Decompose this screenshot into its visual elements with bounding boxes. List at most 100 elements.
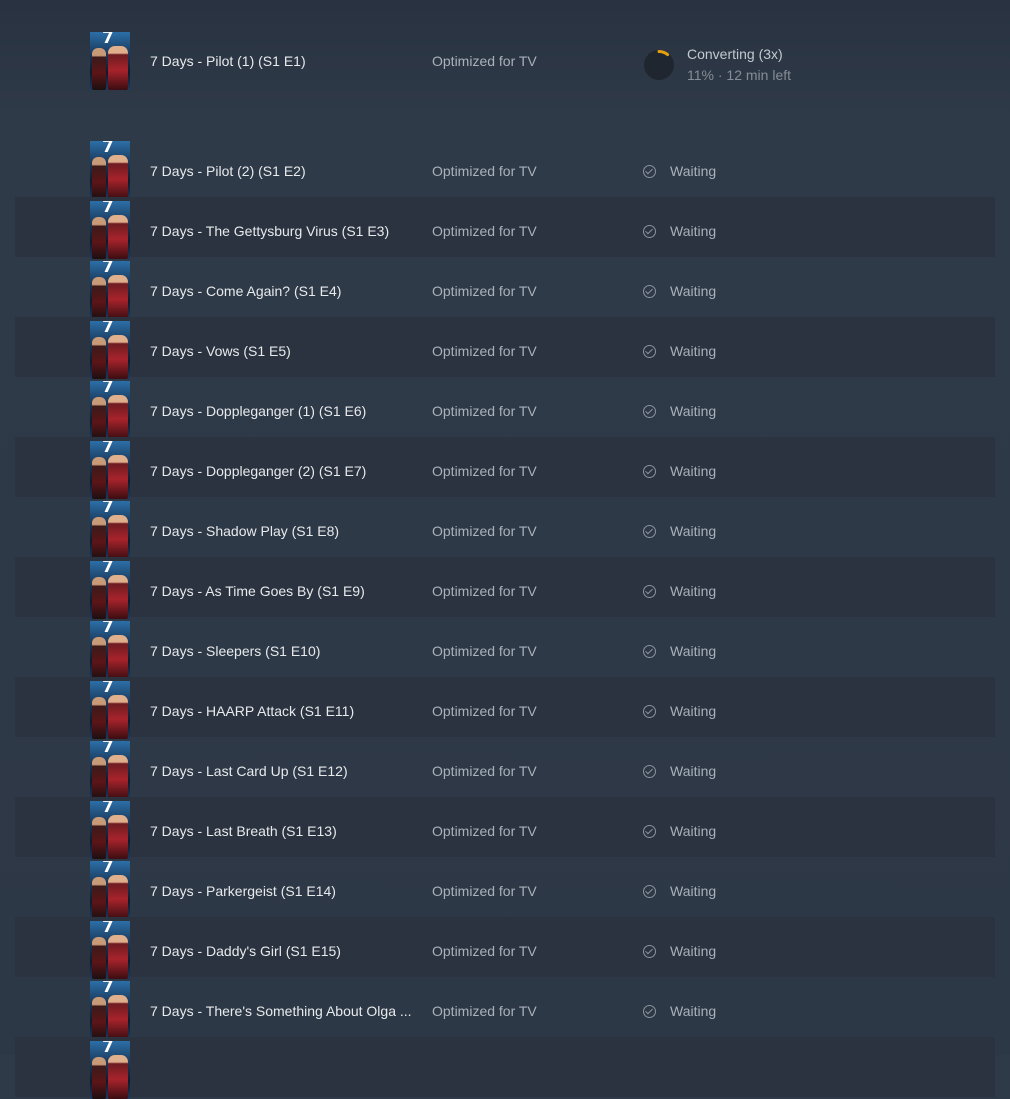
queue-row[interactable]: 7 7 Days - Come Again? (S1 E4) Optimized f… <box>15 257 995 319</box>
item-title: 7 Days - Pilot (1) (S1 E1) <box>150 53 306 69</box>
poster-figure-right <box>108 1055 128 1099</box>
poster-figure-right <box>108 275 128 319</box>
item-status: Waiting <box>643 163 716 179</box>
item-profile: Optimized for TV <box>432 343 537 359</box>
poster-figure-left <box>92 457 106 499</box>
item-status: Waiting <box>643 343 716 359</box>
check-circle-icon <box>643 405 656 418</box>
poster-logo: 7 <box>102 381 114 397</box>
item-status: Waiting <box>643 283 716 299</box>
poster-logo: 7 <box>102 861 114 877</box>
queue-row[interactable]: 7 <box>15 1037 995 1099</box>
queue-row[interactable]: 7 7 Days - Last Card Up (S1 E12) Optimized… <box>15 737 995 799</box>
poster-logo: 7 <box>102 921 114 937</box>
poster-thumbnail: 7 <box>90 201 130 259</box>
queue-row[interactable]: 7 7 Days - Shadow Play (S1 E8) Optimized f… <box>15 497 995 559</box>
poster-logo: 7 <box>102 501 114 517</box>
poster-figure-left <box>92 337 106 379</box>
check-circle-icon <box>643 945 656 958</box>
poster-figure-left <box>92 397 106 439</box>
item-profile: Optimized for TV <box>432 403 537 419</box>
item-profile: Optimized for TV <box>432 223 537 239</box>
status-label: Waiting <box>670 223 717 239</box>
item-status: Waiting <box>643 463 716 479</box>
poster-figure-left <box>92 637 106 679</box>
check-circle-icon <box>643 825 656 838</box>
poster-logo: 7 <box>102 261 114 277</box>
item-title: 7 Days - Shadow Play (S1 E8) <box>150 523 340 539</box>
item-status: Waiting <box>643 943 716 959</box>
queue-row[interactable]: 7 7 Days - There's Something About Olga .… <box>15 977 995 1039</box>
item-profile: Optimized for TV <box>432 523 537 539</box>
queue-row[interactable]: 7 7 Days - Last Breath (S1 E13) Optimized … <box>15 797 995 859</box>
queue-row[interactable]: 7 7 Days - HAARP Attack (S1 E11) Optimized… <box>15 677 995 739</box>
queue-row[interactable]: 7 7 Days - Pilot (2) (S1 E2) Optimized for… <box>15 137 995 199</box>
poster-figure-left <box>92 157 106 199</box>
poster-logo: 7 <box>102 141 114 157</box>
converting-item[interactable]: 7 7 Days - Pilot (1) (S1 E1) Optimized f… <box>15 25 995 97</box>
poster-figure-left <box>92 277 106 319</box>
poster-thumbnail: 7 <box>90 681 130 739</box>
queue-row[interactable]: 7 7 Days - The Gettysburg Virus (S1 E3) Op… <box>15 197 995 259</box>
item-status: Waiting <box>643 763 716 779</box>
poster-thumbnail: 7 <box>90 741 130 799</box>
queue-row[interactable]: 7 7 Days - Vows (S1 E5) Optimized for TV Wa… <box>15 317 995 379</box>
status-label: Waiting <box>670 763 717 779</box>
status-label: Waiting <box>670 463 717 479</box>
poster-figure-right <box>108 455 128 499</box>
poster-thumbnail: 7 <box>90 32 130 90</box>
check-circle-icon <box>643 705 656 718</box>
item-status: Waiting <box>643 1003 716 1019</box>
status-detail: 11% · 12 min left <box>687 67 792 83</box>
poster-figure-right <box>108 755 128 799</box>
item-title: 7 Days - Come Again? (S1 E4) <box>150 283 342 299</box>
poster-thumbnail: 7 <box>90 981 130 1039</box>
item-profile: Optimized for TV <box>432 283 537 299</box>
poster-figure-right <box>108 215 128 259</box>
item-status: Waiting <box>643 883 716 899</box>
item-profile: Optimized for TV <box>432 463 537 479</box>
check-circle-icon <box>643 345 656 358</box>
status-label: Waiting <box>670 943 717 959</box>
queue-row[interactable]: 7 7 Days - Daddy's Girl (S1 E15) Optimized… <box>15 917 995 979</box>
poster-logo: 7 <box>102 201 114 217</box>
poster-thumbnail: 7 <box>90 861 130 919</box>
item-profile: Optimized for TV <box>432 763 537 779</box>
poster-logo: 7 <box>102 981 114 997</box>
item-profile: Optimized for TV <box>432 1003 537 1019</box>
item-profile: Optimized for TV <box>432 583 537 599</box>
item-title: 7 Days - Doppleganger (2) (S1 E7) <box>150 463 367 479</box>
queue-row[interactable]: 7 7 Days - Doppleganger (1) (S1 E6) Optimi… <box>15 377 995 439</box>
queue-row[interactable]: 7 7 Days - Doppleganger (2) (S1 E7) Optimi… <box>15 437 995 499</box>
poster-figure-right <box>108 335 128 379</box>
queue-row[interactable]: 7 7 Days - Parkergeist (S1 E14) Optimized … <box>15 857 995 919</box>
status-label: Waiting <box>670 523 717 539</box>
poster-figure-left <box>92 48 106 90</box>
poster-thumbnail: 7 <box>90 321 130 379</box>
item-title: 7 Days - Last Breath (S1 E13) <box>150 823 337 839</box>
item-status: Waiting <box>643 223 716 239</box>
poster-thumbnail: 7 <box>90 501 130 559</box>
poster-thumbnail: 7 <box>90 441 130 499</box>
check-circle-icon <box>643 765 656 778</box>
status-label: Waiting <box>670 823 717 839</box>
poster-thumbnail: 7 <box>90 381 130 439</box>
poster-logo: 7 <box>102 1041 114 1057</box>
check-circle-icon <box>643 285 656 298</box>
status-label: Waiting <box>670 403 717 419</box>
poster-figure-right <box>108 46 128 90</box>
poster-figure-left <box>92 817 106 859</box>
item-title: 7 Days - Vows (S1 E5) <box>150 343 291 359</box>
item-title: 7 Days - Parkergeist (S1 E14) <box>150 883 336 899</box>
poster-figure-right <box>108 695 128 739</box>
check-circle-icon <box>643 1005 656 1018</box>
poster-figure-right <box>108 935 128 979</box>
poster-logo: 7 <box>102 801 114 817</box>
queue-row[interactable]: 7 7 Days - As Time Goes By (S1 E9) Optimiz… <box>15 557 995 619</box>
poster-thumbnail: 7 <box>90 1041 130 1099</box>
status-label: Waiting <box>670 1003 717 1019</box>
poster-figure-left <box>92 217 106 259</box>
queue-row[interactable]: 7 7 Days - Sleepers (S1 E10) Optimized for… <box>15 617 995 679</box>
poster-figure-right <box>108 575 128 619</box>
check-circle-icon <box>643 165 656 178</box>
